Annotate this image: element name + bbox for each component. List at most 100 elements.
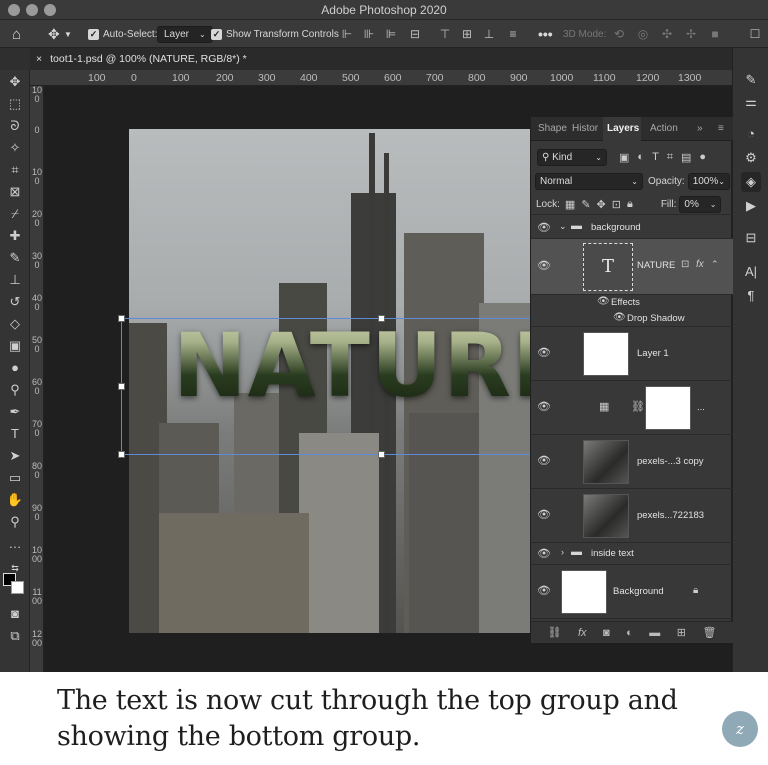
visibility-eye-icon[interactable]: 👁︎ xyxy=(537,508,551,521)
effects-row[interactable]: 👁︎ Effects xyxy=(531,295,733,311)
layers-panel-icon[interactable]: ◈ xyxy=(741,172,761,192)
align-center-icon[interactable]: ⊪ xyxy=(362,27,376,41)
channels-icon[interactable]: ⚙ xyxy=(741,148,761,168)
brush-settings-icon[interactable]: ✎ xyxy=(741,70,761,90)
transform-handle[interactable] xyxy=(378,451,385,458)
trash-icon[interactable]: 🗑︎ xyxy=(702,626,716,639)
auto-select-dropdown[interactable]: Layer ⌄ xyxy=(157,20,213,48)
pen-tool-icon[interactable]: ✒ xyxy=(4,402,26,422)
screen-mode-icon[interactable]: ⧉ xyxy=(4,626,26,646)
layer-row-nature-text[interactable]: 👁︎ T NATURE ⊡ fx ⌃ xyxy=(531,239,733,295)
tab-layers[interactable]: Layers xyxy=(607,123,639,134)
background-color-swatch[interactable] xyxy=(11,581,24,594)
tab-shape[interactable]: Shape xyxy=(538,123,567,134)
home-icon[interactable]: ⌂ xyxy=(12,20,21,48)
move-tool-icon[interactable]: ✥ xyxy=(48,20,60,48)
visibility-eye-icon[interactable]: 👁︎ xyxy=(537,259,551,272)
visibility-eye-icon[interactable]: 👁︎ xyxy=(537,547,551,560)
drop-shadow-row[interactable]: 👁︎ Drop Shadow xyxy=(531,311,733,327)
crop-tool-icon[interactable]: ⌗ xyxy=(4,160,26,180)
lock-pixels-icon[interactable]: ✎ xyxy=(581,198,590,211)
layer-row-mask[interactable]: 👁︎ ▦ ⛓︎ ... xyxy=(531,381,733,435)
document-tab[interactable]: × toot1-1.psd @ 100% (NATURE, RGB/8*) * xyxy=(36,48,247,70)
transform-handle[interactable] xyxy=(118,451,125,458)
align-right-icon[interactable]: ⊫ xyxy=(384,27,398,41)
chevron-right-icon[interactable]: › xyxy=(561,547,564,557)
tab-history[interactable]: Histor xyxy=(572,123,598,134)
marquee-tool-icon[interactable]: ⬚ xyxy=(4,94,26,114)
shape-filter-icon[interactable]: ⌗ xyxy=(667,151,673,164)
eraser-tool-icon[interactable]: ◇ xyxy=(4,314,26,334)
pixel-filter-icon[interactable]: ▣ xyxy=(619,151,629,164)
add-mask-icon[interactable]: ◙ xyxy=(603,627,610,639)
link-icon[interactable]: ⛓︎ xyxy=(631,400,645,413)
filter-kind-dropdown[interactable]: ⚲ Kind ⌄ xyxy=(537,148,607,166)
move-tool-icon[interactable]: ✥ xyxy=(4,72,26,92)
properties-icon[interactable]: ⊟ xyxy=(741,228,761,248)
3d-camera-icon[interactable]: ■ xyxy=(708,27,722,41)
visibility-eye-icon[interactable]: 👁︎ xyxy=(537,454,551,467)
type-tool-icon[interactable]: T xyxy=(4,424,26,444)
more-tools-icon[interactable]: … xyxy=(4,534,26,554)
filter-toggle-icon[interactable]: ● xyxy=(699,151,706,163)
nature-text-layer[interactable]: NATURE xyxy=(173,318,573,413)
quick-mask-icon[interactable]: ◙ xyxy=(4,604,26,624)
lock-position-icon[interactable]: ✥ xyxy=(597,198,606,211)
layer-row-pexels-original[interactable]: 👁︎ pexels...722183 xyxy=(531,489,733,543)
3d-drag-icon[interactable]: ✣ xyxy=(660,27,674,41)
visibility-eye-icon[interactable]: 👁︎ xyxy=(597,296,610,307)
lock-artboard-icon[interactable]: ⊡ xyxy=(612,198,621,211)
new-group-icon[interactable]: ▬ xyxy=(649,627,660,639)
auto-select-toggle[interactable]: ✓ Auto-Select: xyxy=(88,20,157,48)
healing-brush-icon[interactable]: ✚ xyxy=(4,226,26,246)
link-layers-icon[interactable]: ⛓︎ xyxy=(547,626,561,639)
brush-tool-icon[interactable]: ✎ xyxy=(4,248,26,268)
history-brush-icon[interactable]: ↺ xyxy=(4,292,26,312)
transform-handle[interactable] xyxy=(118,315,125,322)
chevron-down-icon[interactable]: ⌄ xyxy=(559,221,567,232)
opacity-field[interactable]: 100% ⌄ xyxy=(687,172,730,190)
align-left-icon[interactable]: ⊩ xyxy=(340,27,354,41)
smart-object-filter-icon[interactable]: ▤ xyxy=(681,151,691,164)
zoom-tool-icon[interactable]: ⚲ xyxy=(4,512,26,532)
visibility-eye-icon[interactable]: 👁︎ xyxy=(537,221,551,234)
blur-tool-icon[interactable]: ● xyxy=(4,358,26,378)
gradient-tool-icon[interactable]: ▣ xyxy=(4,336,26,356)
fill-field[interactable]: 0% ⌄ xyxy=(679,196,722,213)
chevron-down-icon[interactable]: ▼ xyxy=(64,20,72,48)
align-top-icon[interactable]: ⊤ xyxy=(438,27,452,41)
3d-roll-icon[interactable]: ◎ xyxy=(636,27,650,41)
checkbox-checked-icon[interactable]: ✓ xyxy=(211,28,222,40)
3d-orbit-icon[interactable]: ⟲ xyxy=(612,27,626,41)
magic-wand-icon[interactable]: ✧ xyxy=(4,138,26,158)
visibility-eye-icon[interactable]: 👁︎ xyxy=(537,400,551,413)
adjustment-filter-icon[interactable]: ◐ xyxy=(637,151,644,163)
layer-row-pexels-copy[interactable]: 👁︎ pexels-...3 copy xyxy=(531,435,733,489)
shape-tool-icon[interactable]: ▭ xyxy=(4,468,26,488)
distribute-icon[interactable]: ⊟ xyxy=(408,27,422,41)
history-icon[interactable]: ◔ xyxy=(741,124,761,144)
close-tab-icon[interactable]: × xyxy=(36,53,42,65)
new-layer-icon[interactable]: ⊞ xyxy=(677,626,686,639)
3d-slide-icon[interactable]: ✢ xyxy=(684,27,698,41)
transform-handle[interactable] xyxy=(118,383,125,390)
layer-row-background-group[interactable]: 👁︎ ⌄ ▬ background xyxy=(531,217,733,239)
panel-menu-icon[interactable]: ☐ xyxy=(748,27,762,41)
visibility-eye-icon[interactable]: 👁︎ xyxy=(537,584,551,597)
layer-row-inside-text-group[interactable]: 👁︎ › ▬ inside text xyxy=(531,543,733,565)
paragraph-icon[interactable]: ¶ xyxy=(741,286,761,306)
blend-mode-dropdown[interactable]: Normal ⌄ xyxy=(535,172,643,190)
tab-actions[interactable]: Action xyxy=(650,123,678,134)
transform-bounding-box[interactable]: NATURE xyxy=(118,315,572,458)
lock-transparent-icon[interactable]: ▦ xyxy=(565,198,575,211)
lock-all-icon[interactable]: 🔒︎ xyxy=(627,198,633,211)
show-transform-toggle[interactable]: ✓ Show Transform Controls xyxy=(211,20,339,48)
stamp-tool-icon[interactable]: ⊥ xyxy=(4,270,26,290)
fx-icon[interactable]: fx xyxy=(578,627,587,639)
distribute-vertical-icon[interactable]: ≡ xyxy=(506,27,520,41)
adjustments-icon[interactable]: ⚌ xyxy=(741,92,761,112)
dodge-tool-icon[interactable]: ⚲ xyxy=(4,380,26,400)
character-icon[interactable]: A| xyxy=(741,262,761,282)
layer-row-background[interactable]: 👁︎ Background 🔒︎ xyxy=(531,565,733,619)
lasso-tool-icon[interactable]: ᘐ xyxy=(4,116,26,136)
